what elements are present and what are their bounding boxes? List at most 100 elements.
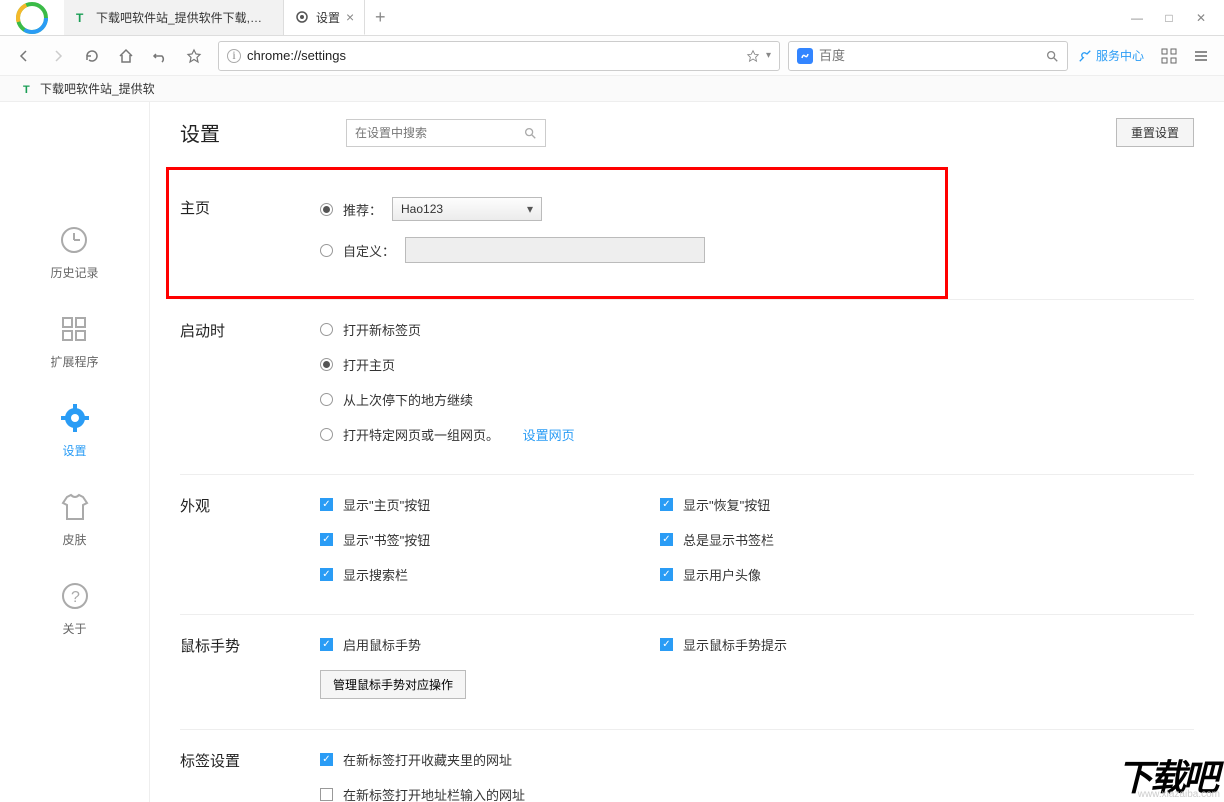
checkbox-always-bookmarks[interactable]: [660, 533, 673, 546]
checkbox-show-avatar[interactable]: [660, 568, 673, 581]
reset-settings-button[interactable]: 重置设置: [1116, 118, 1194, 147]
svg-text:T: T: [76, 11, 84, 25]
url-text: chrome://settings: [247, 48, 740, 63]
radio-label: 打开特定网页或一组网页。: [343, 425, 499, 444]
sidebar-item-history[interactable]: 历史记录: [50, 222, 98, 281]
favorite-button[interactable]: [178, 40, 210, 72]
checkbox-label: 显示"书签"按钮: [343, 530, 430, 549]
svg-text:?: ?: [71, 589, 80, 606]
app-logo: [0, 0, 64, 35]
sidebar-item-settings[interactable]: 设置: [57, 400, 93, 459]
checkbox-show-restore-btn[interactable]: [660, 498, 673, 511]
page-title: 设置: [180, 118, 290, 147]
radio-newtab[interactable]: [320, 323, 333, 336]
minimize-button[interactable]: —: [1122, 5, 1152, 31]
sidebar-item-label: 关于: [62, 620, 86, 637]
radio-label: 打开新标签页: [343, 320, 421, 339]
reload-button[interactable]: [76, 40, 108, 72]
search-icon[interactable]: [523, 126, 537, 140]
home-custom-row: 自定义：: [320, 237, 1194, 263]
baidu-icon: [797, 48, 813, 64]
sidebar-item-label: 设置: [62, 442, 86, 459]
section-title: 标签设置: [180, 750, 320, 802]
settings-search-input[interactable]: [355, 126, 523, 140]
tab-active[interactable]: 设置 ×: [284, 0, 365, 35]
checkbox-label: 显示用户头像: [683, 565, 761, 584]
checkbox-gesture-hint[interactable]: [660, 638, 673, 651]
checkbox-label: 在新标签打开地址栏输入的网址: [343, 785, 525, 802]
service-center-link[interactable]: 服务中心: [1070, 47, 1152, 64]
search-bar[interactable]: [788, 41, 1068, 71]
hamburger-icon[interactable]: [1186, 41, 1216, 71]
section-tab-settings: 标签设置 在新标签打开收藏夹里的网址 在新标签打开地址栏输入的网址: [180, 730, 1194, 802]
gear-icon: [294, 9, 310, 25]
search-input[interactable]: [819, 48, 1039, 63]
question-icon: ?: [57, 578, 93, 614]
radio-label: 打开主页: [343, 355, 395, 374]
sidebar-item-skin[interactable]: 皮肤: [57, 489, 93, 548]
clock-icon: [56, 222, 92, 258]
svg-text:T: T: [23, 84, 30, 96]
sidebar-item-extensions[interactable]: 扩展程序: [50, 311, 98, 370]
radio-continue[interactable]: [320, 393, 333, 406]
section-gesture: 鼠标手势 启用鼠标手势 显示鼠标手势提示 管理鼠标手势对应操作: [180, 615, 1194, 730]
service-label: 服务中心: [1096, 47, 1144, 64]
address-bar[interactable]: i chrome://settings ▾: [218, 41, 780, 71]
checkbox-label: 显示"主页"按钮: [343, 495, 430, 514]
manage-gestures-button[interactable]: 管理鼠标手势对应操作: [320, 670, 466, 699]
settings-search[interactable]: [346, 119, 546, 147]
home-button[interactable]: [110, 40, 142, 72]
home-recommend-dropdown[interactable]: Hao123: [392, 197, 542, 221]
checkbox-show-searchbar[interactable]: [320, 568, 333, 581]
close-icon[interactable]: ×: [346, 9, 354, 25]
home-custom-input[interactable]: [405, 237, 705, 263]
window-controls: — □ ✕: [1122, 0, 1224, 35]
title-bar: T 下载吧软件站_提供软件下载,手机 设置 × + — □ ✕: [0, 0, 1224, 36]
app-logo-icon: [14, 0, 50, 36]
radio-recommend[interactable]: [320, 203, 333, 216]
checkbox-show-home-btn[interactable]: [320, 498, 333, 511]
qr-icon[interactable]: [1154, 41, 1184, 71]
checkbox-label: 总是显示书签栏: [683, 530, 774, 549]
search-icon[interactable]: [1045, 49, 1059, 63]
checkbox-open-fav[interactable]: [320, 753, 333, 766]
checkbox-label: 显示"恢复"按钮: [683, 495, 770, 514]
bookmark-item-0[interactable]: T 下载吧软件站_提供软: [16, 78, 161, 99]
section-title: 启动时: [180, 320, 320, 444]
bookmarks-bar: T 下载吧软件站_提供软: [0, 76, 1224, 102]
new-tab-button[interactable]: +: [365, 0, 395, 35]
section-title: 主页: [180, 197, 320, 263]
grid-icon: [56, 311, 92, 347]
close-window-button[interactable]: ✕: [1186, 5, 1216, 31]
info-icon: i: [227, 49, 241, 63]
forward-button[interactable]: [42, 40, 74, 72]
gear-icon: [57, 400, 93, 436]
sidebar: 历史记录 扩展程序 设置 皮肤 ? 关于: [0, 102, 150, 802]
checkbox-label: 在新标签打开收藏夹里的网址: [343, 750, 512, 769]
section-home: 主页 推荐： Hao123 自定义：: [180, 167, 1194, 300]
section-startup: 启动时 打开新标签页 打开主页 从上次停下的地方继续 打开特定网页或一组网页。 …: [180, 300, 1194, 475]
star-icon[interactable]: [746, 49, 760, 63]
tab-favicon-icon: T: [74, 10, 90, 26]
checkbox-show-bookmark-btn[interactable]: [320, 533, 333, 546]
radio-custom[interactable]: [320, 244, 333, 257]
section-title: 鼠标手势: [180, 635, 320, 699]
tab-title: 下载吧软件站_提供软件下载,手机: [96, 9, 273, 26]
chevron-down-icon[interactable]: ▾: [766, 50, 771, 61]
section-title: 外观: [180, 495, 320, 584]
back-button[interactable]: [8, 40, 40, 72]
checkbox-enable-gesture[interactable]: [320, 638, 333, 651]
bookmark-favicon-icon: T: [22, 82, 36, 96]
radio-home[interactable]: [320, 358, 333, 371]
tab-inactive-0[interactable]: T 下载吧软件站_提供软件下载,手机: [64, 0, 284, 35]
watermark: www.xiazaiba.com: [1138, 789, 1220, 800]
undo-button[interactable]: [144, 40, 176, 72]
sidebar-item-about[interactable]: ? 关于: [57, 578, 93, 637]
tshirt-icon: [57, 489, 93, 525]
checkbox-open-addr[interactable]: [320, 788, 333, 801]
wrench-icon: [1078, 49, 1092, 63]
radio-pages[interactable]: [320, 428, 333, 441]
toolbar: i chrome://settings ▾ 服务中心: [0, 36, 1224, 76]
maximize-button[interactable]: □: [1154, 5, 1184, 31]
set-pages-link[interactable]: 设置网页: [523, 425, 575, 444]
